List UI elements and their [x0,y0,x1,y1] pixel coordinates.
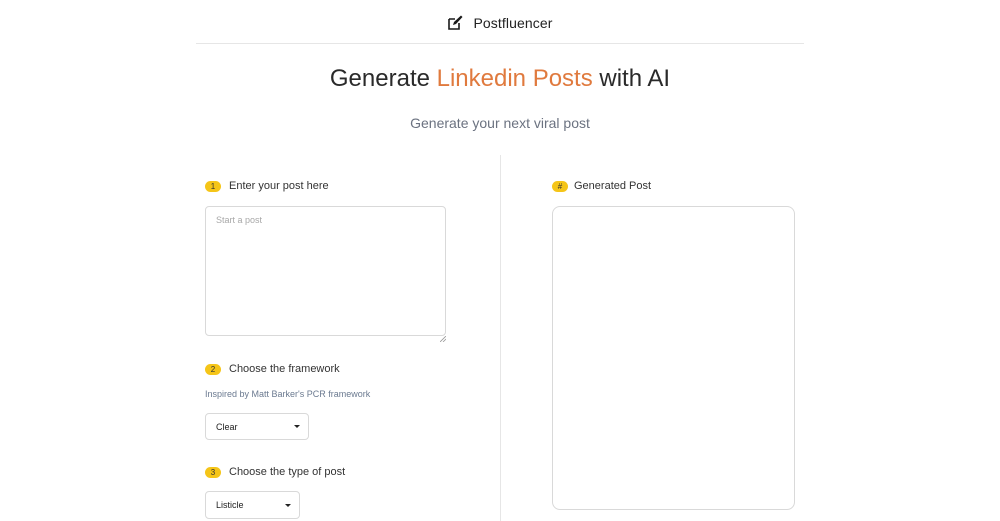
edit-icon [447,14,464,31]
title-suffix: with AI [592,65,671,92]
step-1-badge: 1 [205,180,221,192]
step-1-header: 1 Enter your post here [205,180,329,192]
post-type-select-value: Listicle [216,500,244,510]
page-subtitle: Generate your next viral post [410,115,590,131]
chevron-down-icon [285,503,291,507]
framework-select[interactable]: Clear [205,413,309,440]
post-input[interactable] [205,206,446,336]
chevron-down-icon [294,425,300,428]
hash-badge: # [552,180,568,192]
generated-post-label: Generated Post [574,180,652,192]
title-prefix: Generate [329,65,437,92]
step-3-label: Choose the type of post [229,466,346,478]
step-2-header: 2 Choose the framework [205,363,340,375]
generated-post-header: # Generated Post [552,180,651,192]
step-3-badge: 3 [205,466,221,478]
post-type-select[interactable]: Listicle [205,491,300,519]
top-header: Postfluencer [196,0,804,44]
generated-post-output[interactable] [552,206,795,510]
step-2-label: Choose the framework [229,363,340,375]
framework-select-value: Clear [216,421,238,432]
step-3-header: 3 Choose the type of post [205,466,345,478]
title-accent: Linkedin Posts [436,65,593,92]
brand-name: Postfluencer [473,14,553,31]
step-2-badge: 2 [205,363,221,375]
column-divider [500,155,501,521]
brand[interactable]: Postfluencer [196,14,804,31]
framework-hint: Inspired by Matt Barker's PCR framework [205,389,371,399]
page-title: Generate Linkedin Posts with AI [0,64,1000,94]
step-1-label: Enter your post here [229,180,329,192]
